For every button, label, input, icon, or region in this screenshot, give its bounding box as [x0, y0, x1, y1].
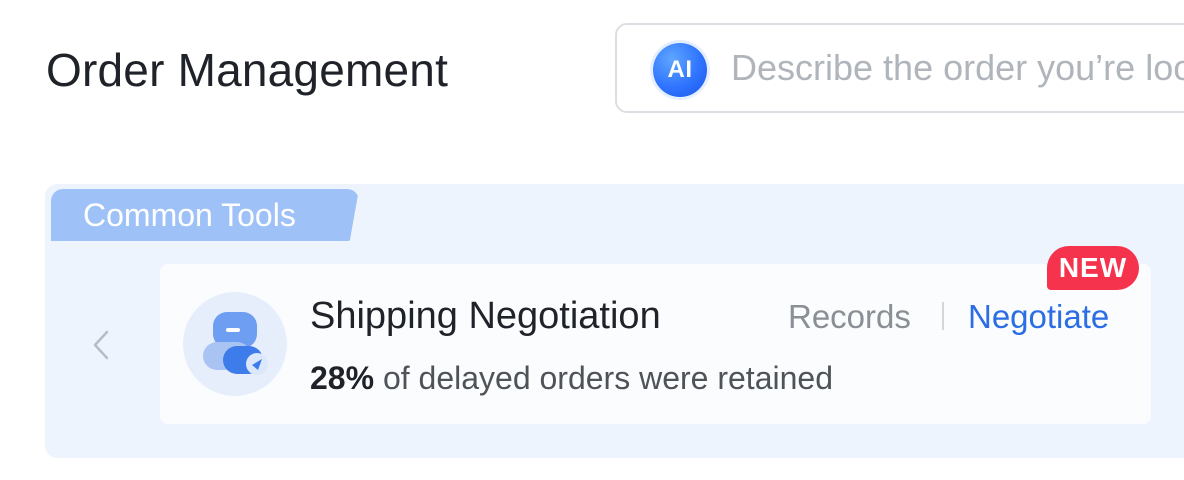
common-tools-tab: Common Tools: [51, 189, 359, 241]
tool-card-shipping-negotiation[interactable]: Shipping Negotiation 28% of delayed orde…: [160, 264, 1151, 424]
new-badge: NEW: [1047, 246, 1139, 290]
search-input[interactable]: [731, 25, 1184, 111]
records-link[interactable]: Records: [788, 295, 911, 339]
tool-description: 28% of delayed orders were retained: [310, 356, 833, 400]
tool-name: Shipping Negotiation: [310, 295, 661, 337]
page-title: Order Management: [46, 44, 449, 96]
chevron-left-icon[interactable]: [80, 322, 124, 366]
negotiate-link[interactable]: Negotiate: [968, 295, 1109, 339]
tool-description-text: of delayed orders were retained: [374, 360, 833, 396]
ai-search-box[interactable]: AI: [615, 23, 1184, 113]
retention-rate: 28%: [310, 360, 375, 396]
common-tools-tab-label: Common Tools: [83, 197, 296, 233]
ai-icon-label: AI: [667, 56, 693, 83]
negotiation-icon: [183, 292, 287, 396]
ai-icon: AI: [653, 43, 707, 97]
link-separator: [942, 302, 944, 330]
